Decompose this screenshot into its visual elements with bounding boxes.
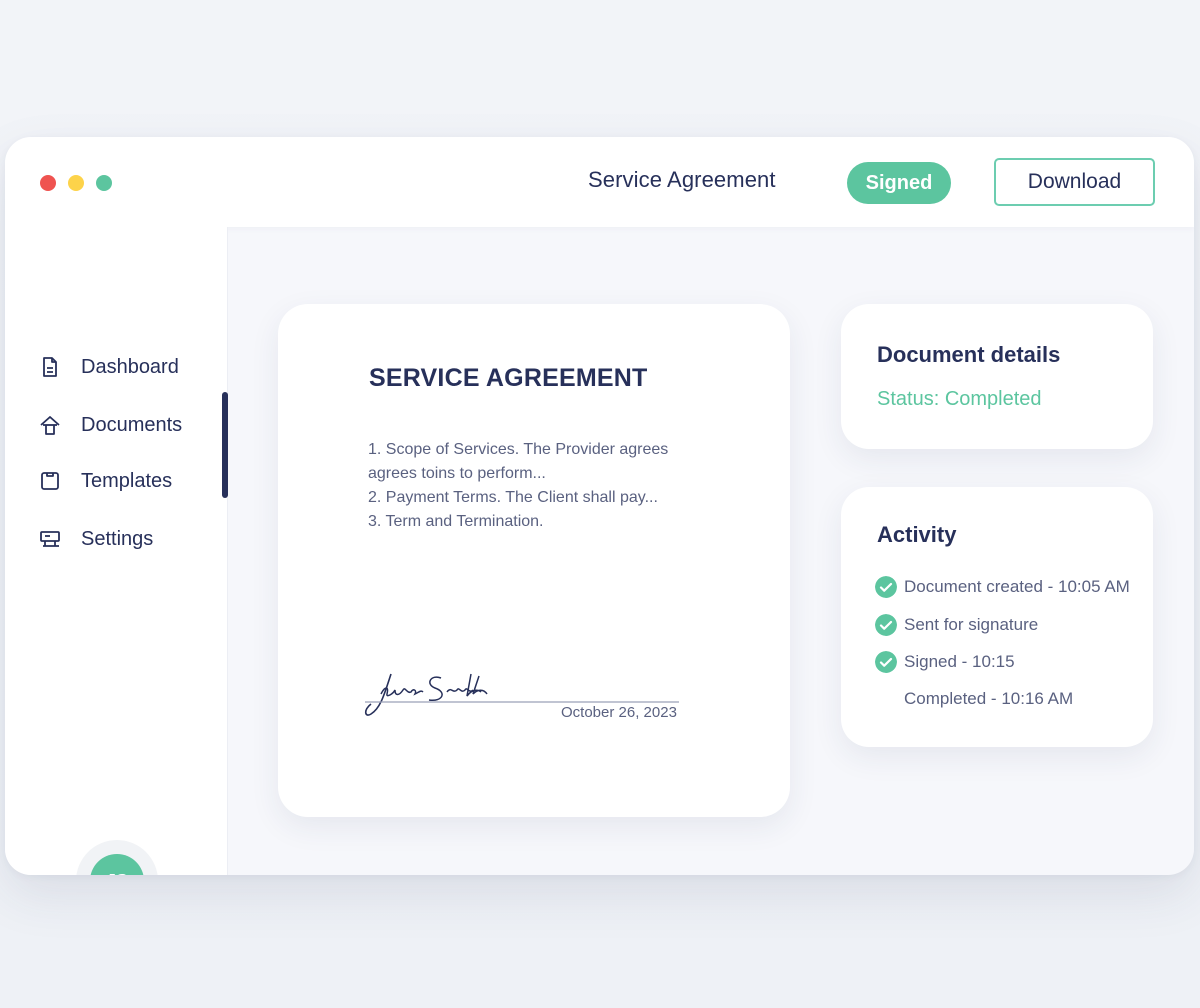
activity-item: Completed - 10:16 AM xyxy=(875,686,1151,712)
document-line: 3. Term and Termination. xyxy=(368,513,544,530)
activity-title: Activity xyxy=(877,522,957,547)
document-heading: SERVICE AGREEMENT xyxy=(369,364,648,392)
app-window: Service Agreement Signed Download Dashbo… xyxy=(5,137,1194,875)
close-window-dot[interactable] xyxy=(40,175,56,191)
sidebar-item-label: Dashboard xyxy=(81,356,179,378)
activity-card: Activity Document created - 10:05 AM Sen… xyxy=(841,487,1153,747)
sidebar-item-documents[interactable]: Documents xyxy=(5,403,228,447)
document-status: Status: Completed xyxy=(877,388,1042,410)
document-body: 1. Scope of Services. The Provider agree… xyxy=(368,438,668,534)
document-preview: SERVICE AGREEMENT 1. Scope of Services. … xyxy=(278,304,790,817)
document-line: agrees toins to perform... xyxy=(368,465,546,482)
document-details-card: Document details Status: Completed xyxy=(841,304,1153,449)
sidebar: Dashboard Documents Templates Settings J… xyxy=(5,227,228,875)
settings-icon xyxy=(40,531,60,547)
download-button[interactable]: Download xyxy=(994,158,1155,206)
document-line: 2. Payment Terms. The Client shall pay..… xyxy=(368,489,658,506)
template-icon xyxy=(41,472,59,490)
home-icon xyxy=(40,416,60,435)
window-title: Service Agreement xyxy=(588,167,776,192)
sidebar-item-label: Documents xyxy=(81,414,183,436)
sidebar-item-label: Templates xyxy=(81,470,173,492)
check-circle-icon xyxy=(875,576,897,598)
maximize-window-dot[interactable] xyxy=(96,175,112,191)
sidebar-item-templates[interactable]: Templates xyxy=(5,459,228,503)
activity-item: Sent for signature xyxy=(875,612,1151,638)
activity-text: Completed - 10:16 AM xyxy=(904,689,1074,708)
sidebar-item-settings[interactable]: Settings xyxy=(5,517,228,561)
signature-date: October 26, 2023 xyxy=(561,704,677,721)
activity-item: Document created - 10:05 AM xyxy=(875,574,1151,600)
activity-text: Document created - 10:05 AM xyxy=(904,577,1130,596)
sidebar-item-label: Settings xyxy=(81,528,154,550)
status-badge: Signed xyxy=(847,162,951,204)
activity-item: Signed - 10:15 xyxy=(875,649,1151,675)
activity-text: Signed - 10:15 xyxy=(904,652,1015,671)
document-details-title: Document details xyxy=(877,342,1061,367)
check-circle-icon xyxy=(875,651,897,673)
sidebar-item-dashboard[interactable]: Dashboard xyxy=(5,345,228,389)
minimize-window-dot[interactable] xyxy=(68,175,84,191)
document-line: 1. Scope of Services. The Provider agree… xyxy=(368,441,669,458)
check-circle-icon xyxy=(875,614,897,636)
activity-text: Sent for signature xyxy=(904,615,1039,634)
document-icon xyxy=(43,357,57,377)
active-nav-indicator xyxy=(222,392,228,498)
title-bar: Service Agreement Signed Download xyxy=(5,137,1194,227)
